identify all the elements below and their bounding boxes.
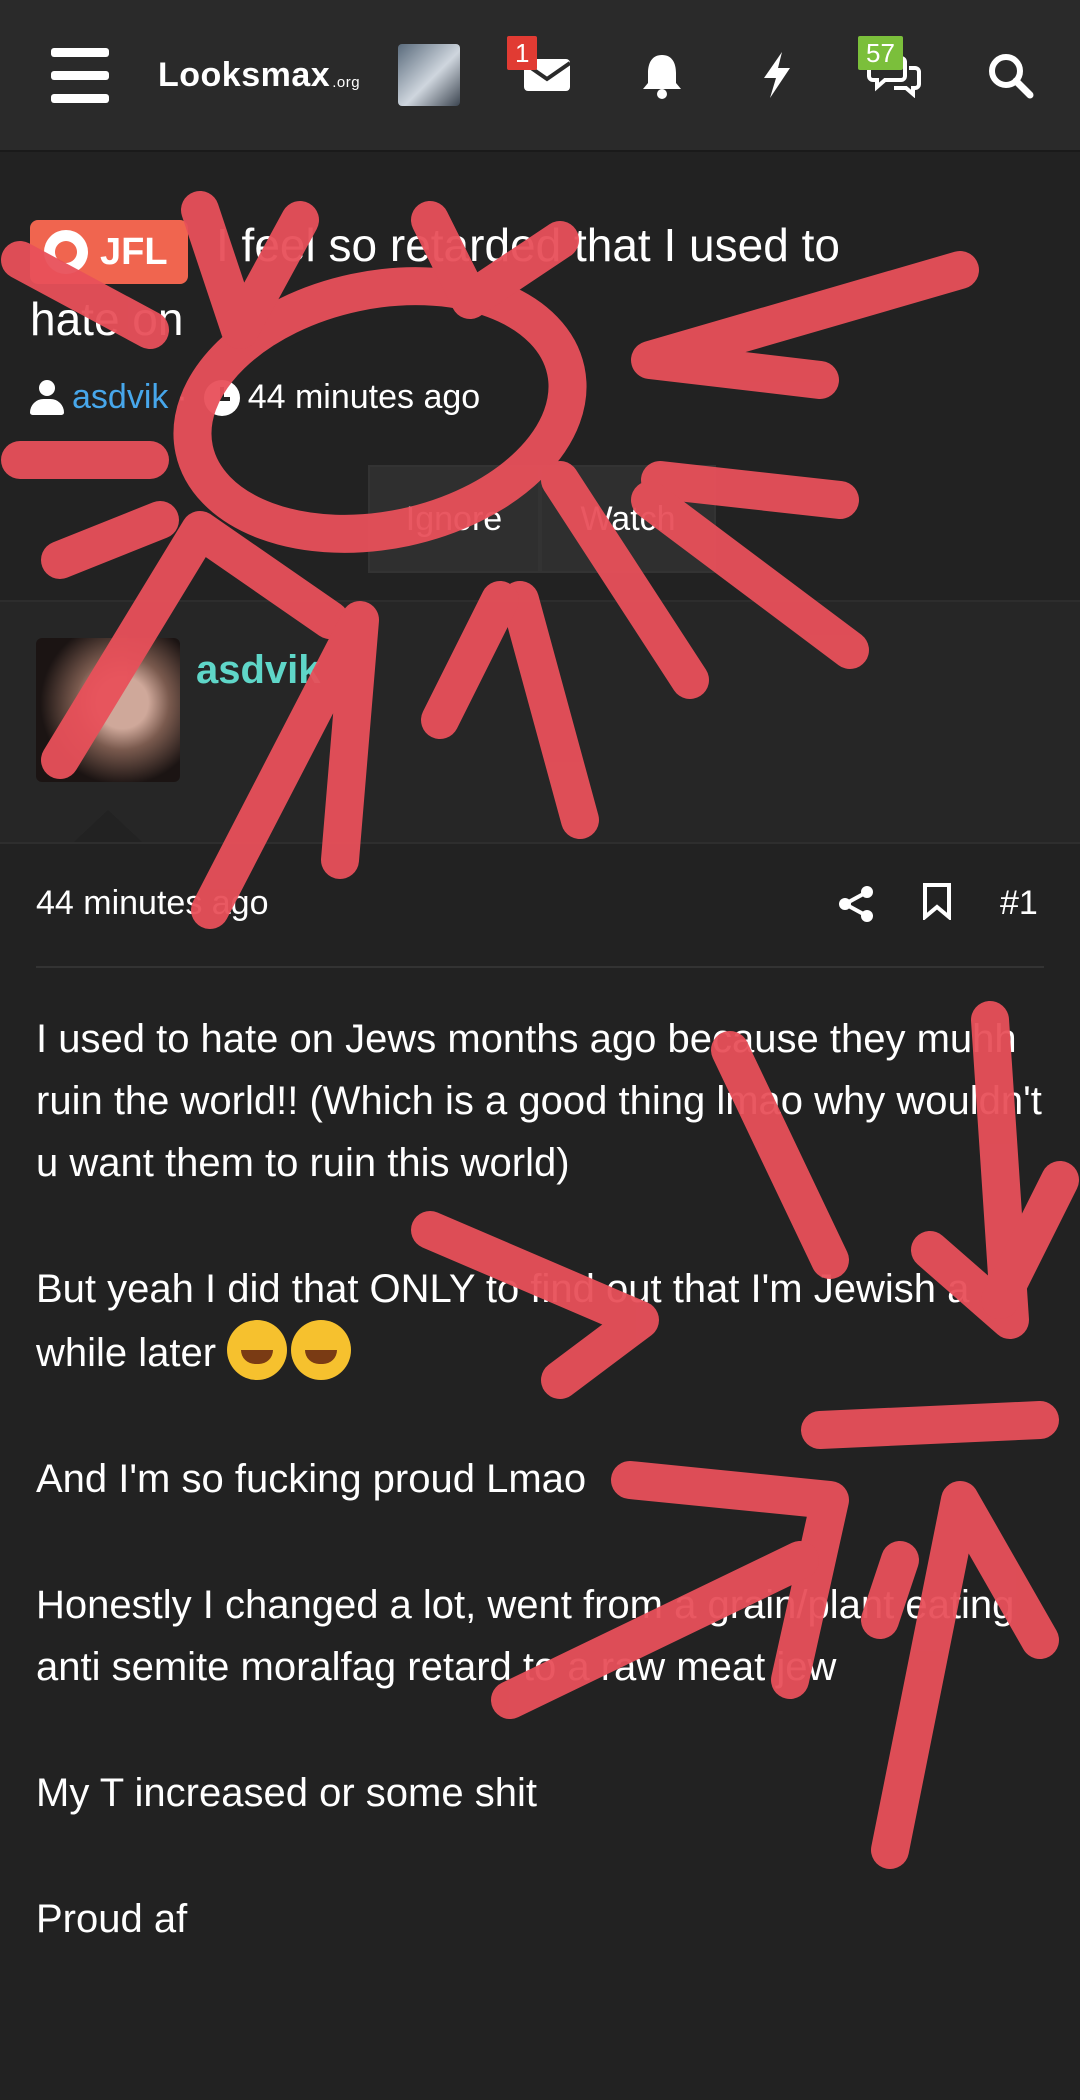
bell-icon[interactable]: [630, 0, 694, 150]
post-paragraph: Honestly I changed a lot, went from a gr…: [36, 1583, 1015, 1689]
chat-bubbles-icon[interactable]: [860, 0, 930, 150]
ignore-button[interactable]: Ignore: [368, 465, 540, 573]
search-icon[interactable]: [975, 0, 1045, 150]
thread-author[interactable]: asdvik: [72, 378, 168, 417]
thread-meta: asdvik · 44 minutes ago: [30, 378, 480, 417]
logo-text: Looksmax: [158, 55, 331, 94]
avatar[interactable]: [36, 638, 180, 782]
post-paragraph: I used to hate on Jews months ago becaus…: [36, 1017, 1042, 1185]
inbox-badge: 1: [507, 36, 538, 70]
thread-title: I feel so retarded that I used to: [216, 219, 840, 271]
post-paragraph: My T increased or some shit: [36, 1771, 537, 1815]
clock-icon: [203, 379, 240, 416]
post-paragraph: But yeah I did that ONLY to find out tha…: [36, 1258, 1046, 1384]
account-avatar[interactable]: [396, 0, 462, 150]
thread-title-continued: hate on: [30, 293, 184, 345]
prefix-icon: [44, 230, 88, 274]
share-icon[interactable]: [836, 884, 876, 924]
post-paragraph: And I'm so fucking proud Lmao: [36, 1457, 587, 1501]
logo-suffix: .org: [332, 73, 361, 91]
site-logo[interactable]: Looksmax .org: [158, 0, 378, 150]
top-navigation-bar: Looksmax .org 1 57: [0, 0, 1080, 152]
bolt-icon[interactable]: [745, 0, 809, 150]
message-arrow: [74, 810, 142, 842]
post-date[interactable]: 44 minutes ago: [36, 884, 269, 923]
rofl-emoji-icon: [291, 1320, 352, 1380]
thread-prefix-badge[interactable]: JFL: [30, 220, 188, 284]
rofl-emoji-icon: [227, 1320, 288, 1380]
bookmark-icon[interactable]: [922, 882, 952, 920]
post-body: I used to hate on Jews months ago becaus…: [36, 1008, 1046, 2014]
thread-time[interactable]: 44 minutes ago: [248, 378, 481, 417]
meta-separator: ·: [176, 378, 188, 416]
prefix-label: JFL: [100, 230, 168, 273]
post-number[interactable]: #1: [1000, 884, 1038, 923]
watch-button[interactable]: Watch: [540, 465, 716, 573]
menu-icon[interactable]: [40, 0, 120, 150]
post-paragraph-text: But yeah I did that ONLY to find out tha…: [36, 1267, 970, 1375]
envelope-icon[interactable]: [515, 0, 579, 150]
post-paragraph: Proud af: [36, 1897, 188, 1941]
chats-badge: 57: [858, 36, 903, 70]
user-icon: [30, 379, 64, 416]
post-username[interactable]: asdvik: [196, 648, 321, 693]
divider: [36, 966, 1044, 968]
